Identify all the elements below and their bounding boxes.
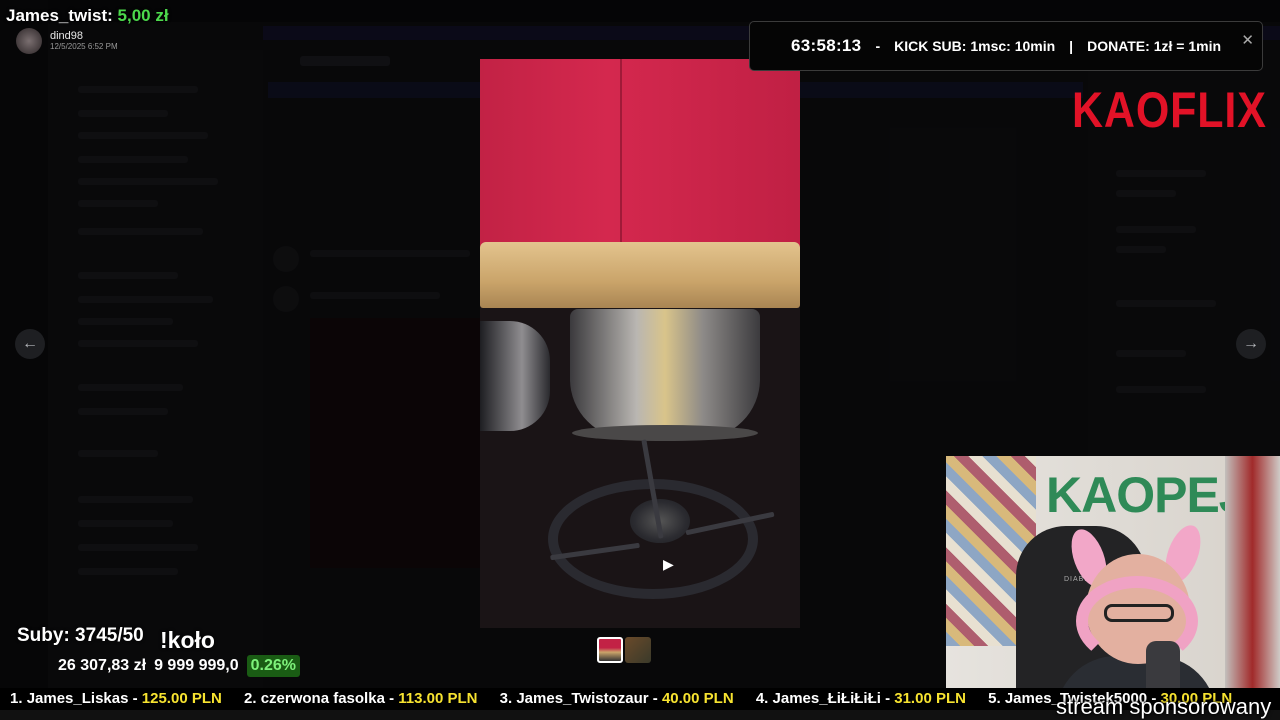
video-cutting-board [480,242,800,308]
subathon-timer-bar: 63:58:13 - KICK SUB: 1msc: 10min | DONAT… [749,21,1263,71]
subathon-timer: 63:58:13 [790,36,862,55]
donate-rate: DONATE: 1zł = 1min [1087,38,1222,54]
webcam-curtain [1225,456,1280,720]
avatar [16,28,42,54]
wheel-command: !koło [160,627,215,653]
previous-media-button[interactable]: ← [15,329,45,359]
ticker-name: czerwona fasolka - [260,690,395,707]
arrow-left-icon: ← [22,335,38,352]
video-pot [570,309,760,439]
ticker-item: 2. czerwona fasolka - 113.00 PLN [244,688,477,710]
ticker-amount: 40.00 PLN [661,690,734,707]
ticker-rank: 4. [755,690,769,707]
ticker-rank: 2. [244,690,257,707]
ticker-rank: 5. [988,690,1001,707]
ticker-name: James_ŁiŁiŁiŁi - [772,690,891,707]
goal-target: 9 999 999,0 [154,657,239,674]
goal-collected: 26 307,83 zł [58,657,147,674]
donation-goal: 26 307,83 zł 9 999 999,0 0.26% [58,655,300,677]
kick-sub-rate: KICK SUB: 1msc: 10min [894,38,1056,54]
donation-alert: James_twist: 5,00 zł dind98 12/5/2025 6:… [6,6,169,54]
media-thumbnail-active[interactable] [597,637,623,663]
media-thumbnail-strip [597,637,651,663]
sponsored-label: stream sponsorowany [1056,694,1272,719]
ticker-amount: 113.00 PLN [398,690,478,707]
ticker-rank: 1. [10,690,23,707]
webcam-glasses [1104,604,1174,622]
webcam-feed: KAOPEJ DIABLO [946,456,1280,720]
goal-percent: 0.26% [246,655,300,677]
timer-separator: - [875,38,881,54]
ticker-name: James_Liskas - [26,690,138,707]
ticker-amount: 125.00 PLN [141,690,222,707]
next-media-button[interactable]: → [1236,329,1266,359]
message-timestamp: 12/5/2025 6:52 PM [50,42,118,51]
timer-separator: | [1069,38,1074,54]
donation-headline: James_twist: 5,00 zł [6,6,169,26]
media-thumbnail[interactable] [625,637,651,663]
ticker-rank: 3. [499,690,513,707]
message-author: dind98 [50,30,84,42]
video-kettle [480,321,550,431]
donation-amount: 5,00 zł [117,6,169,25]
donor-name: James_twist: [6,6,113,25]
ticker-name: James_Twistozaur - [516,690,658,707]
ticker-item: 4. James_ŁiŁiŁiŁi - 31.00 PLN [756,688,966,710]
arrow-right-icon: → [1243,335,1259,352]
media-viewer-video[interactable]: ▶ [480,59,800,628]
subs-counter: Suby: 3745/50 [17,625,144,646]
ticker-item: 3. James_Twistozaur - 40.00 PLN [500,688,734,710]
close-icon[interactable]: ✕ [1241,31,1254,49]
video-pot-rim [572,425,758,441]
webcam-wall-text: KAOPEJ [1046,467,1247,523]
ticker-item: 1. James_Liskas - 125.00 PLN [10,688,222,710]
kaoflix-logo: KAOFLIX [1072,82,1267,138]
ticker-amount: 31.00 PLN [894,690,966,707]
mouse-cursor-icon: ▶ [663,556,674,572]
